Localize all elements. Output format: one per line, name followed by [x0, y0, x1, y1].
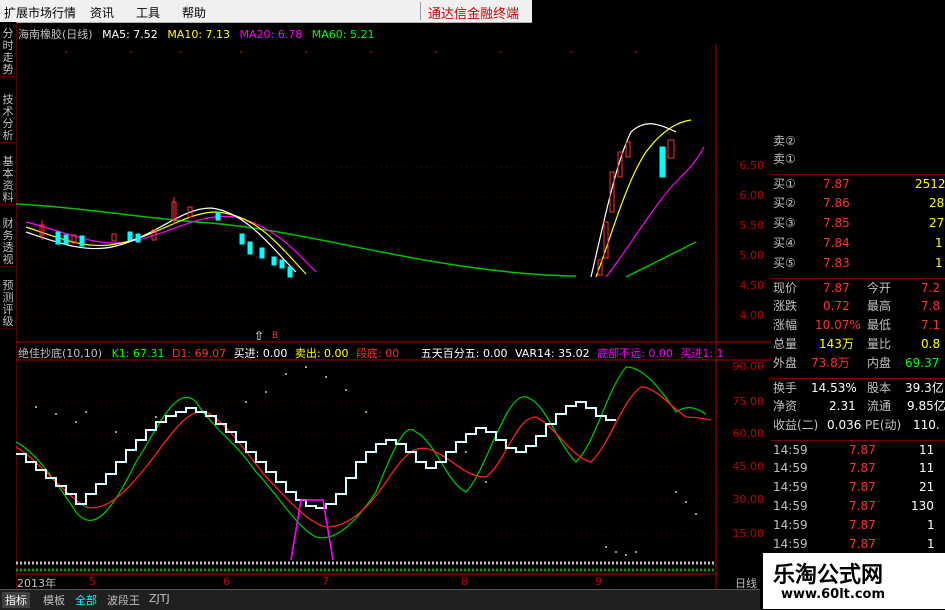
bid-row: 买④ 7.84 1 — [773, 236, 943, 250]
ask-row: 卖① — [773, 152, 796, 166]
quote-panel: 卖② 卖① 买① 7.87 2512 买② 7.86 28 买③ 7.85 27… — [771, 130, 945, 570]
ma5-label: MA5: 7.52 — [102, 28, 158, 41]
chart-canvas[interactable]: ⇧ B — [16, 22, 771, 589]
sell-label: 卖出: 0.00 — [294, 347, 349, 360]
time-axis-month: 6 — [223, 575, 230, 588]
indicator-legend: 绝佳抄底(10,10) K1: 67.31 D1: 69.07 买进: 0.00… — [18, 345, 724, 361]
left-vertical-tabs: 分时走势 技术分析 基本资料 财务透视 预测评级 — [0, 22, 16, 340]
tab-finance[interactable]: 财务透视 — [1, 218, 15, 267]
chart-title: 海南橡胶(日线) — [18, 28, 93, 41]
var14-label: VAR14: 35.02 — [514, 347, 590, 360]
stat-row: 总量 143万 量比 0.8 — [773, 337, 941, 351]
bid-row: 买③ 7.85 27 — [773, 216, 945, 230]
k1-label: K1: 67.31 — [111, 347, 165, 360]
svg-text:⇧: ⇧ — [254, 329, 264, 343]
five-day-label: 五天百分五: 0.00 — [420, 347, 508, 360]
ma20-label: MA20: 6.78 — [239, 28, 303, 41]
time-axis-month: 5 — [89, 575, 96, 588]
stat-row: 外盘 73.8万 内盘 69.37 — [773, 356, 940, 370]
indicator-tick: 60.00 — [732, 427, 765, 440]
price-tick: 6.00 — [739, 189, 765, 202]
indicator-name: 绝佳抄底(10,10) — [18, 347, 103, 360]
time-axis-month: 8 — [461, 575, 468, 588]
indicator-tick: 30.00 — [732, 493, 765, 506]
ma60-label: MA60: 5.21 — [311, 28, 375, 41]
tick-row: 14:59 7.87 21 — [773, 480, 935, 494]
price-tick: 4.00 — [739, 309, 765, 322]
indicator-tick: 90.00 — [732, 360, 765, 373]
menu-item-tools[interactable]: 工具 — [136, 4, 160, 21]
indicator-tick: 75.00 — [732, 395, 765, 408]
tick-row: 14:59 7.87 1 — [773, 518, 935, 532]
menu-item-help[interactable]: 帮助 — [182, 4, 206, 21]
time-axis: 2013年 5 6 7 8 9 日线 — [17, 575, 757, 590]
bottom-tab-bar: 指标 模板 全部 波段王 ZJTJ — [0, 589, 760, 610]
fin-row: 净资 2.31 流通 9.85亿 — [773, 399, 945, 413]
segment-bottom-label: 段底: 00 — [356, 347, 400, 360]
tab-indicator[interactable]: 指标 — [2, 592, 30, 608]
stat-row: 涨跌 0.72 最高 7.8 — [773, 299, 941, 313]
d1-label: D1: 69.07 — [171, 347, 227, 360]
tab-zjtj[interactable]: ZJTJ — [146, 592, 173, 605]
tab-intraday[interactable]: 分时走势 — [1, 28, 15, 77]
fin-row: 换手 14.53% 股本 39.3亿 — [771, 378, 945, 397]
price-tick: 4.50 — [739, 279, 765, 292]
bid-row: 买⑤ 7.83 1 — [773, 256, 943, 270]
time-axis-month: 7 — [322, 575, 329, 588]
bid-row: 买② 7.86 28 — [773, 196, 945, 210]
tab-basic-info[interactable]: 基本资料 — [1, 156, 15, 205]
tab-technical[interactable]: 技术分析 — [1, 94, 15, 143]
ma60-line — [16, 203, 577, 277]
ma10-label: MA10: 7.13 — [167, 28, 231, 41]
stat-row: 现价 7.87 今开 7.2 — [771, 278, 945, 297]
brand-title: 通达信金融终端 — [428, 7, 520, 22]
tab-forecast[interactable]: 预测评级 — [1, 280, 15, 329]
buy1-label: 买进1: 1 — [680, 347, 724, 360]
buy-label: 买进: 0.00 — [233, 347, 288, 360]
menu-item-news[interactable]: 资讯 — [90, 4, 114, 21]
menu-item-extended-market[interactable]: 扩展市场行情 — [4, 4, 76, 21]
step-line — [16, 401, 616, 509]
watermark: 乐淘公式网 www.60lt.com — [763, 553, 945, 609]
d-line — [16, 386, 712, 528]
bottom-near-label: 底部不远: 0.00 — [597, 347, 673, 360]
ask-row: 卖② — [773, 134, 796, 148]
tab-wave-king[interactable]: 波段王 — [104, 592, 143, 608]
tab-all[interactable]: 全部 — [72, 592, 100, 608]
price-tick: 5.50 — [739, 219, 765, 232]
fin-row: 收益(二) 0.036 PE(动) 110. — [773, 418, 940, 432]
indicator-tick: 15.00 — [732, 527, 765, 540]
indicator-tick: 45.00 — [732, 460, 765, 473]
menu-bar: 扩展市场行情 资讯 工具 帮助 通达信金融终端 — [0, 0, 532, 23]
tick-row: 14:59 7.87 1 — [773, 537, 935, 551]
tick-row: 14:59 7.87 11 — [773, 461, 935, 475]
watermark-title: 乐淘公式网 — [773, 563, 884, 588]
chart-legend: 海南橡胶(日线) MA5: 7.52 MA10: 7.13 MA20: 6.78… — [18, 26, 374, 42]
price-tick: 5.00 — [739, 249, 765, 262]
tab-template[interactable]: 模板 — [40, 592, 68, 608]
time-axis-month: 9 — [595, 575, 602, 588]
price-tick: 6.50 — [739, 159, 765, 172]
stat-row: 涨幅 10.07% 最低 7.1 — [773, 318, 941, 332]
tick-row: 14:59 7.87 130 — [773, 499, 934, 513]
tick-row: 14:59 7.87 11 — [771, 440, 945, 459]
svg-text:B: B — [272, 331, 278, 341]
menu-separator — [420, 2, 421, 20]
watermark-url: www.60lt.com — [781, 587, 886, 602]
bid-row: 买① 7.87 2512 — [771, 174, 945, 193]
